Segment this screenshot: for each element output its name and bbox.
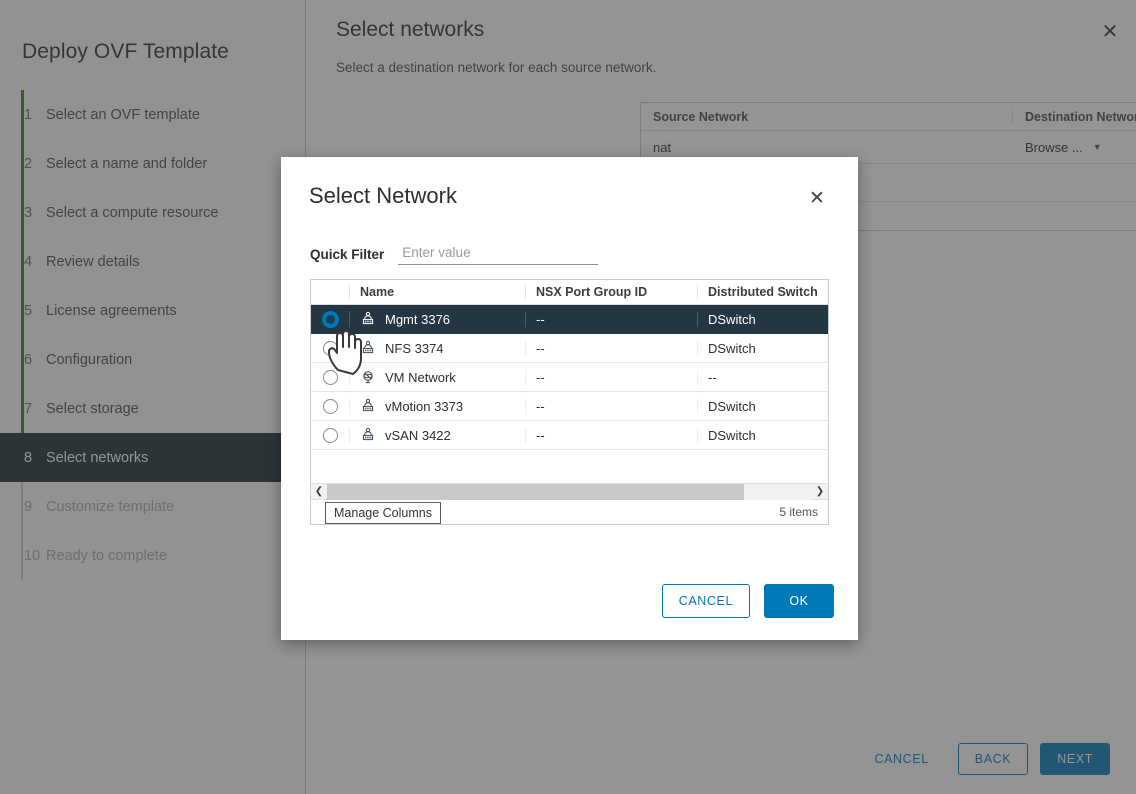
- row-radio-cell[interactable]: [311, 428, 349, 443]
- row-radio-cell[interactable]: [311, 341, 349, 356]
- cell-nsx-port-group-id: --: [525, 370, 697, 385]
- cell-distributed-switch: DSwitch: [697, 341, 828, 356]
- chevron-left-icon[interactable]: ❮: [311, 487, 327, 497]
- cell-nsx-port-group-id: --: [525, 312, 697, 327]
- cell-name: NFS 3374: [349, 340, 525, 356]
- screen: Deploy OVF Template 1 Select an OVF temp…: [0, 0, 1136, 794]
- network-grid: Name NSX Port Group ID Distributed Switc…: [310, 279, 829, 525]
- grid-header-row: Name NSX Port Group ID Distributed Switc…: [311, 280, 828, 305]
- grid-row-nfs-3374[interactable]: NFS 3374 -- DSwitch: [311, 334, 828, 363]
- cell-nsx-port-group-id: --: [525, 399, 697, 414]
- modal-ok-button[interactable]: OK: [764, 584, 834, 618]
- cell-name: VM Network: [349, 369, 525, 385]
- cell-nsx-port-group-id: --: [525, 428, 697, 443]
- network-name: NFS 3374: [385, 341, 444, 356]
- chevron-right-icon[interactable]: ❯: [812, 487, 828, 497]
- grid-row-vm-network[interactable]: VM Network -- --: [311, 363, 828, 392]
- row-radio-cell[interactable]: [311, 370, 349, 385]
- standard-network-icon: [360, 369, 376, 385]
- scrollbar-track[interactable]: [327, 484, 812, 500]
- quick-filter-input[interactable]: [398, 243, 598, 265]
- select-network-modal: Select Network ✕ Quick Filter Name NSX P…: [281, 157, 858, 640]
- distributed-port-group-icon: [360, 340, 376, 356]
- cell-distributed-switch: --: [697, 370, 828, 385]
- radio-button[interactable]: [323, 399, 338, 414]
- modal-footer: CANCEL OK: [281, 562, 858, 640]
- cell-distributed-switch: DSwitch: [697, 399, 828, 414]
- scrollbar-thumb[interactable]: [327, 484, 744, 500]
- grid-item-count: 5 items: [779, 505, 818, 519]
- cell-name: vMotion 3373: [349, 398, 525, 414]
- row-radio-cell[interactable]: [311, 312, 349, 327]
- manage-columns-button[interactable]: Manage Columns: [325, 502, 441, 524]
- grid-row-vsan-3422[interactable]: vSAN 3422 -- DSwitch: [311, 421, 828, 450]
- cell-distributed-switch: DSwitch: [697, 312, 828, 327]
- modal-title: Select Network: [309, 183, 457, 209]
- network-name: Mgmt 3376: [385, 312, 450, 327]
- row-radio-cell[interactable]: [311, 399, 349, 414]
- grid-empty-space: [311, 450, 828, 483]
- cell-distributed-switch: DSwitch: [697, 428, 828, 443]
- distributed-port-group-icon: [360, 427, 376, 443]
- distributed-port-group-icon: [360, 311, 376, 327]
- network-name: vMotion 3373: [385, 399, 463, 414]
- column-header-name: Name: [349, 285, 525, 299]
- radio-button[interactable]: [323, 428, 338, 443]
- quick-filter-row: Quick Filter: [281, 211, 858, 265]
- grid-horizontal-scrollbar[interactable]: ❮ ❯: [311, 483, 828, 499]
- modal-header: Select Network ✕: [281, 157, 858, 211]
- grid-row-vmotion-3373[interactable]: vMotion 3373 -- DSwitch: [311, 392, 828, 421]
- radio-button[interactable]: [323, 341, 338, 356]
- cell-name: Mgmt 3376: [349, 311, 525, 327]
- distributed-port-group-icon: [360, 398, 376, 414]
- network-name: VM Network: [385, 370, 456, 385]
- cell-name: vSAN 3422: [349, 427, 525, 443]
- cell-nsx-port-group-id: --: [525, 341, 697, 356]
- quick-filter-label: Quick Filter: [310, 247, 384, 262]
- column-header-nsx-port-group-id: NSX Port Group ID: [525, 285, 697, 299]
- grid-row-mgmt-3376[interactable]: Mgmt 3376 -- DSwitch: [311, 305, 828, 334]
- modal-cancel-button[interactable]: CANCEL: [662, 584, 750, 618]
- radio-button[interactable]: [323, 370, 338, 385]
- column-header-distributed-switch: Distributed Switch: [697, 285, 828, 299]
- radio-button-selected[interactable]: [323, 312, 338, 327]
- grid-footer: Manage Columns 5 items: [311, 499, 828, 524]
- modal-close-icon[interactable]: ✕: [804, 185, 830, 211]
- network-name: vSAN 3422: [385, 428, 451, 443]
